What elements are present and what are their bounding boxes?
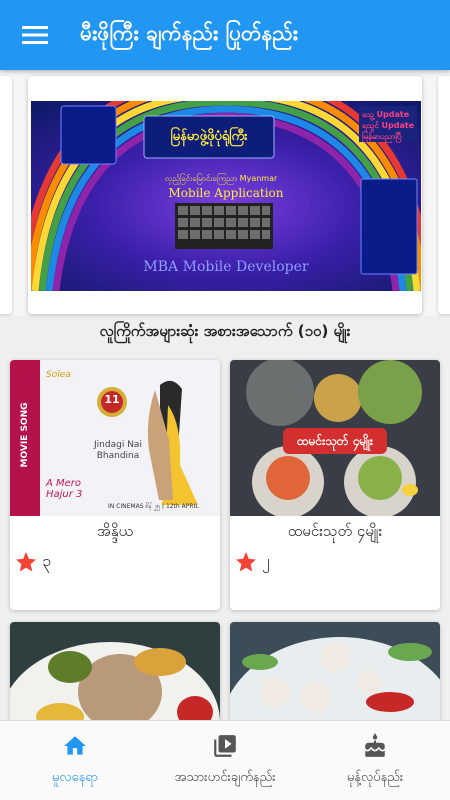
- recipe-card-fishball-noodle[interactable]: [230, 622, 440, 720]
- cake-icon: [365, 733, 385, 757]
- app-title: မီးဖိုကြီး ချက်နည်း ပြုတ်နည်း: [80, 20, 298, 45]
- banner-image: မြန်မာဖွဲ့ဖိုပုံရုံကြီး လှည့်ခြင်းမြောင်…: [31, 101, 421, 291]
- rating-value: ၃: [42, 551, 51, 570]
- nav-item-snacks[interactable]: မုန့်လုပ်နည်း: [300, 721, 450, 800]
- home-icon: [64, 736, 86, 755]
- poster-film-title: A Mero Hajur 3: [46, 478, 83, 500]
- banner-update-badge: သွေ့ Update ရသွင် Update မြန်မာပညာပြီ: [362, 110, 415, 141]
- star-icon: [16, 552, 36, 572]
- banner-subline: လှည့်ခြင်းမြောင်းကြေညာ Myanmar: [164, 174, 278, 183]
- recipe-title: ထမင်းသုတ် ၄မျိုး: [287, 522, 383, 540]
- recipe-thumbnail: ထမင်းသုတ် ၄မျိုး: [230, 360, 440, 516]
- main-content: မြန်မာဖွဲ့ဖိုပုံရုံကြီး လှည့်ခြင်းမြောင်…: [0, 70, 450, 720]
- recipe-card-rice-salad[interactable]: ထမင်းသုတ် ၄မျိုး ထမင်းသုတ် ၄မျိုး ၂: [230, 360, 440, 610]
- nav-item-meat-curry[interactable]: အသားဟင်းချက်နည်း: [150, 721, 300, 800]
- hamburger-menu-icon: [22, 26, 48, 44]
- banner-headline: မြန်မာဖွဲ့ဖိုပုံရုံကြီး: [170, 129, 248, 144]
- banner-carousel[interactable]: မြန်မာဖွဲ့ဖိုပုံရုံကြီး လှည့်ခြင်းမြောင်…: [0, 70, 450, 316]
- recipe-thumbnail: [230, 622, 440, 720]
- rating-value: ၂: [262, 551, 270, 570]
- nav-item-home[interactable]: မူလနေရာ: [0, 721, 150, 800]
- banner-app-label: Mobile Application: [168, 186, 284, 200]
- poster-release-date: IN CINEMAS စိန် ၂၅ | 12th APRIL: [108, 503, 199, 510]
- banner-developer: MBA Mobile Developer: [143, 259, 309, 275]
- recipe-thumbnail: MOVIE SONG Solea 11 Jindagi Nai Bhandina…: [10, 360, 220, 516]
- poster-brand: Solea: [46, 370, 71, 380]
- poster-badge: 11: [104, 393, 120, 406]
- recipe-thumbnail: [10, 622, 220, 720]
- carousel-prev-card[interactable]: [0, 76, 12, 314]
- section-heading: လူကြိုက်အများဆုံး အစားအသောက် (၁၀) မျိုး: [99, 322, 351, 340]
- bottom-navigation: မူလနေရာ အသားဟင်းချက်နည်း မုန့်လုပ်နည်း: [0, 720, 450, 800]
- rating: ၃: [14, 550, 51, 574]
- thumbnail-overlay-text: ထမင်းသုတ် ၄မျိုး: [297, 434, 373, 448]
- nav-label: မုန့်လုပ်နည်း: [346, 770, 404, 785]
- banner-card[interactable]: မြန်မာဖွဲ့ဖိုပုံရုံကြီး လှည့်ခြင်းမြောင်…: [28, 76, 422, 314]
- app-bar: မီးဖိုကြီး ချက်နည်း ပြုတ်နည်း: [0, 0, 450, 70]
- carousel-next-card[interactable]: [438, 76, 450, 314]
- recipe-card-rice-plate[interactable]: [10, 622, 220, 720]
- recipe-title: အိန္ဒိယ: [96, 522, 134, 540]
- nav-label: မူလနေရာ: [51, 770, 99, 785]
- video-library-icon: [214, 735, 236, 757]
- poster-song-title: Jindagi Nai Bhandina: [94, 440, 142, 461]
- poster-tag: MOVIE SONG: [20, 402, 30, 468]
- recipe-card-india[interactable]: MOVIE SONG Solea 11 Jindagi Nai Bhandina…: [10, 360, 220, 610]
- menu-button[interactable]: [0, 0, 70, 70]
- nav-label: အသားဟင်းချက်နည်း: [174, 770, 276, 785]
- rating: ၂: [234, 550, 270, 574]
- star-icon: [236, 552, 256, 572]
